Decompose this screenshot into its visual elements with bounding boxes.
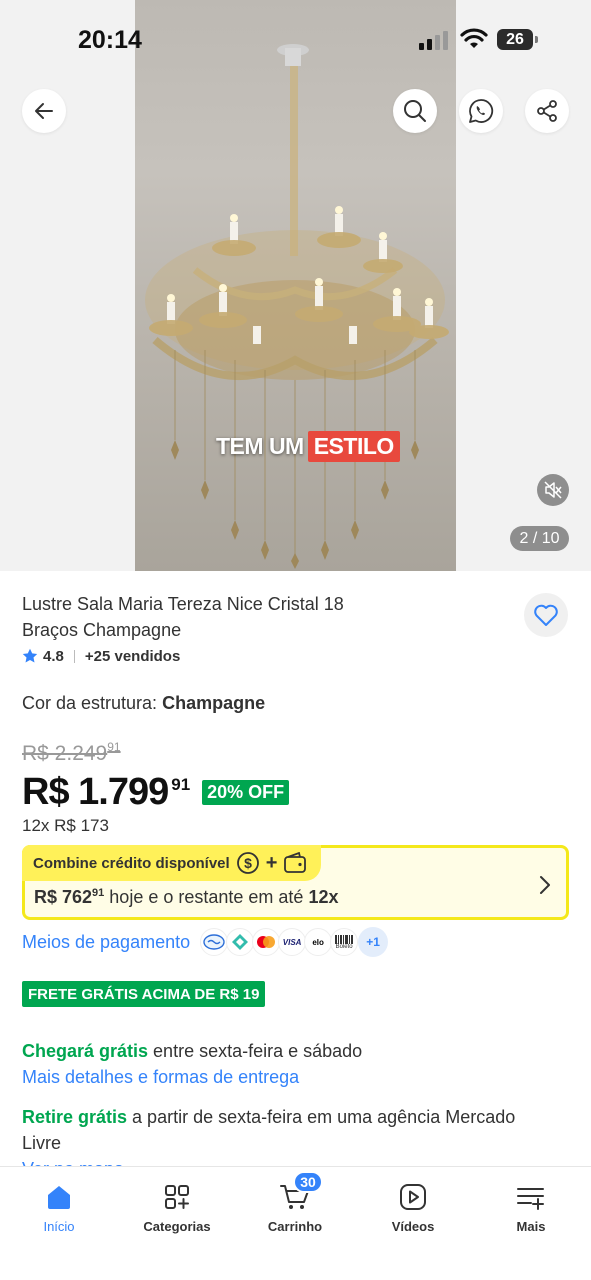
menu-plus-icon: [517, 1188, 544, 1210]
boleto-icon: Boleto: [330, 928, 359, 956]
heart-icon: [534, 604, 558, 626]
cart-count-badge: 30: [293, 1171, 323, 1193]
favorite-button[interactable]: [524, 593, 568, 637]
credit-plus-sign: +: [265, 851, 278, 874]
nav-cart-label: Carrinho: [267, 1219, 323, 1234]
current-price-value: R$ 1.799: [22, 770, 169, 813]
nav-more[interactable]: Mais: [476, 1179, 586, 1234]
pix-icon: [226, 928, 255, 956]
wallet-icon: [283, 852, 307, 874]
credit-offer-text: R$ 76291 hoje e o restante em até 12x: [34, 887, 338, 908]
delivery-info: Chegará grátis entre sexta-feira e sábad…: [22, 1038, 362, 1090]
mute-button[interactable]: [537, 474, 569, 506]
visa-icon: VISA: [278, 928, 307, 956]
video-icon: [400, 1184, 426, 1210]
share-icon: [537, 100, 557, 122]
see-on-map-link[interactable]: Ver no mapa: [22, 1156, 124, 1166]
caption-text-2: ESTILO: [307, 430, 400, 462]
original-price-cents: 91: [107, 740, 121, 754]
pickup-highlight: Retire grátis: [22, 1107, 128, 1127]
chandelier-image: [145, 44, 449, 569]
pickup-info: Retire grátis a partir de sexta-feira em…: [22, 1104, 522, 1156]
variant-selector[interactable]: Cor da estrutura: Champagne: [22, 693, 265, 714]
whatsapp-icon: [469, 99, 494, 123]
home-icon: [48, 1186, 70, 1209]
delivery-highlight: Chegará grátis: [22, 1041, 149, 1061]
battery-indicator: 26: [497, 29, 538, 50]
nav-home-label: Início: [43, 1219, 75, 1234]
chevron-right-icon: [540, 876, 550, 894]
delivery-details-link[interactable]: Mais detalhes e formas de entrega: [22, 1064, 362, 1090]
nav-categories-label: Categorias: [143, 1219, 211, 1234]
nav-home[interactable]: Início: [4, 1179, 114, 1234]
nav-more-label: Mais: [516, 1219, 546, 1234]
product-title: Lustre Sala Maria Tereza Nice Cristal 18…: [22, 594, 344, 640]
credit-middle-text: hoje e o restante em até: [104, 887, 309, 907]
boleto-label: Boleto: [335, 943, 353, 950]
image-counter-text: 2 / 10: [519, 529, 560, 547]
variant-value: Champagne: [162, 693, 266, 713]
back-button[interactable]: [22, 89, 66, 133]
nav-categories[interactable]: Categorias: [122, 1179, 232, 1234]
nav-videos[interactable]: Vídeos: [358, 1179, 468, 1234]
credit-term: 12x: [308, 887, 339, 907]
volume-muted-icon: [544, 481, 562, 499]
arrow-left-icon: [35, 103, 53, 119]
credit-offer-header: Combine crédito disponível $ +: [22, 845, 322, 881]
search-button[interactable]: [393, 89, 437, 133]
rating-divider: [73, 649, 75, 663]
variant-label: Cor da estrutura:: [22, 693, 158, 713]
payment-methods-row[interactable]: Meios de pagamento VISA elo Boleto +1: [22, 926, 389, 958]
whatsapp-share-button[interactable]: [459, 89, 503, 133]
status-time: 20:14: [78, 26, 142, 54]
original-price: R$ 2.24991: [22, 740, 121, 766]
share-button[interactable]: [525, 89, 569, 133]
search-icon: [404, 100, 426, 122]
price-row: R$ 1.799 91 20% OFF: [22, 768, 290, 816]
categories-icon: [165, 1185, 189, 1209]
credit-offer-title: Combine crédito disponível: [33, 854, 230, 872]
rating-value: 4.8: [43, 647, 64, 665]
payment-methods-link[interactable]: Meios de pagamento: [22, 932, 190, 953]
svg-text:$: $: [244, 855, 252, 871]
wifi-icon: [460, 28, 488, 48]
bottom-navigation: Início Categorias 30 Carrinho Vídeos Mai…: [0, 1166, 591, 1280]
credit-amount: R$ 762: [34, 887, 93, 907]
status-bar: 20:14 26: [0, 0, 591, 80]
battery-level: 26: [506, 30, 524, 48]
video-caption: TEM UM ESTILO: [216, 429, 400, 463]
image-counter: 2 / 10: [510, 526, 569, 551]
installments-text: 12x R$ 173: [22, 816, 109, 835]
star-icon: [22, 648, 38, 663]
nav-cart[interactable]: 30 Carrinho: [240, 1171, 350, 1234]
product-video[interactable]: TEM UM ESTILO: [135, 0, 456, 571]
credit-offer-card[interactable]: Combine crédito disponível $ + R$ 76291 …: [22, 845, 569, 920]
discount-badge: 20% OFF: [202, 779, 290, 805]
delivery-dates: entre sexta-feira e sábado: [148, 1041, 363, 1061]
current-price-cents: 91: [171, 774, 191, 794]
elo-icon: elo: [304, 928, 333, 956]
more-payment-methods[interactable]: +1: [358, 927, 389, 957]
sold-count: +25 vendidos: [84, 647, 181, 665]
cell-signal-icon: [419, 31, 448, 50]
original-price-value: R$ 2.249: [22, 742, 108, 765]
caption-text-1: TEM UM: [216, 432, 304, 459]
credit-amount-cents: 91: [92, 887, 105, 899]
mastercard-icon: [252, 928, 281, 956]
current-price: R$ 1.799 91: [22, 771, 190, 814]
mercadopago-icon: [200, 928, 229, 956]
nav-videos-label: Vídeos: [391, 1219, 435, 1234]
product-media-carousel[interactable]: TEM UM ESTILO 20:14 26 2 / 10: [0, 0, 591, 571]
free-shipping-badge: FRETE GRÁTIS ACIMA DE R$ 19: [22, 981, 266, 1007]
money-icon: $: [236, 851, 260, 875]
rating-summary[interactable]: 4.8 +25 vendidos: [22, 645, 180, 667]
